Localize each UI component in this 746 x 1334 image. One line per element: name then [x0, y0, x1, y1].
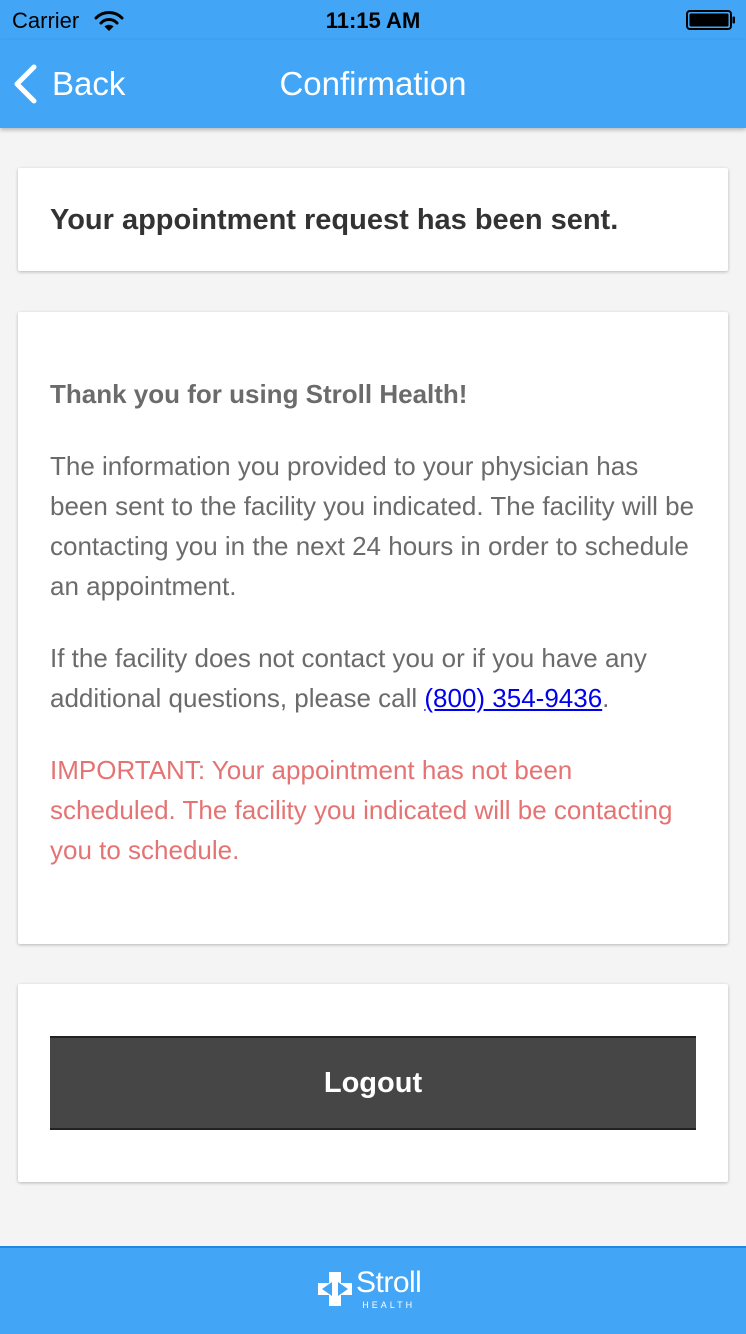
actions-card: Logout — [18, 984, 728, 1182]
phone-link[interactable]: (800) 354-9436 — [424, 683, 602, 713]
important-notice: IMPORTANT: Your appointment has not been… — [50, 755, 673, 865]
contact-paragraph: If the facility does not contact you or … — [50, 638, 696, 718]
logo-brand-text: Stroll — [356, 1266, 422, 1299]
navigation-bar: Back Confirmation — [0, 40, 746, 128]
clock: 11:15 AM — [325, 8, 421, 33]
status-bar: Carrier 11:15 AM — [0, 0, 746, 40]
chevron-left-icon — [14, 64, 37, 104]
footer-bar: Stroll HEALTH — [0, 1246, 746, 1334]
info-paragraph: The information you provided to your phy… — [50, 451, 695, 601]
contact-period: . — [602, 683, 610, 713]
logo-sub-text: HEALTH — [362, 1300, 416, 1310]
confirmation-message-card: Thank you for using Stroll Health! The i… — [18, 312, 728, 944]
confirmation-header-card: Your appointment request has been sent. — [18, 168, 728, 271]
battery-icon — [686, 10, 735, 30]
logout-button[interactable]: Logout — [50, 1036, 696, 1130]
stroll-health-logo: Stroll HEALTH — [316, 1266, 422, 1310]
confirmation-headline: Your appointment request has been sent. — [50, 204, 619, 236]
cross-icon — [318, 1272, 352, 1306]
message-body: Thank you for using Stroll Health! The i… — [50, 374, 696, 870]
thanks-heading: Thank you for using Stroll Health! — [50, 379, 468, 409]
back-button[interactable]: Back — [12, 62, 125, 106]
back-label: Back — [52, 65, 126, 102]
